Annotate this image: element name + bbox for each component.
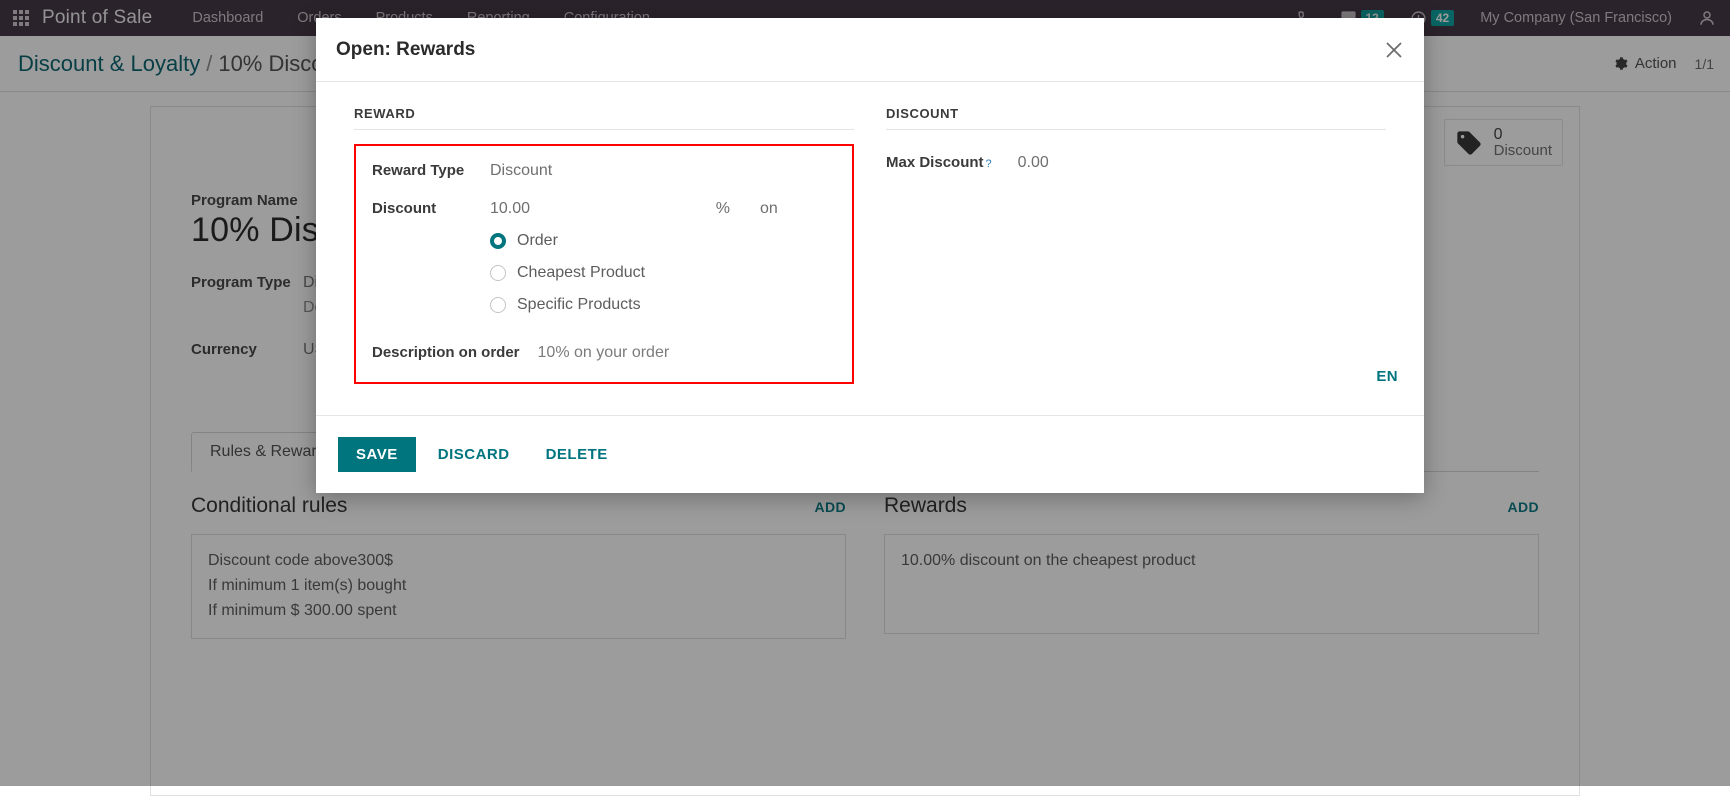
dialog-header: Open: Rewards <box>316 18 1424 82</box>
max-discount-tooltip-icon[interactable]: ? <box>986 158 992 170</box>
reward-type-label: Reward Type <box>372 162 490 179</box>
discount-input[interactable]: 10.00 <box>490 200 530 218</box>
reward-type-value[interactable]: Discount <box>490 162 552 180</box>
discount-label: Discount <box>372 200 490 217</box>
radio-specific-products-label: Specific Products <box>517 296 641 314</box>
radio-cheapest-product-label: Cheapest Product <box>517 264 645 282</box>
radio-option-cheapest-product[interactable]: Cheapest Product <box>490 264 836 282</box>
discount-group-title: DISCOUNT <box>886 106 1386 130</box>
dialog-footer: SAVE DISCARD DELETE <box>316 415 1424 493</box>
rewards-dialog: Open: Rewards REWARD Reward Type Discoun… <box>316 18 1424 493</box>
reward-highlight-box: Reward Type Discount Discount 10.00 % on… <box>354 144 854 384</box>
max-discount-row: Max Discount? 0.00 <box>886 154 1386 172</box>
close-icon[interactable] <box>1382 38 1406 62</box>
discount-applies-to-radiogroup: Order Cheapest Product Specific Products <box>490 232 836 314</box>
max-discount-label: Max Discount <box>886 154 984 171</box>
description-on-order-value[interactable]: 10% on your order <box>538 344 670 362</box>
reward-group-title: REWARD <box>354 106 854 130</box>
save-button[interactable]: SAVE <box>338 437 416 472</box>
description-on-order-row: Description on order 10% on your order <box>372 344 836 362</box>
radio-specific-products-icon <box>490 297 506 313</box>
max-discount-input[interactable]: 0.00 <box>1018 154 1049 172</box>
dialog-body: REWARD Reward Type Discount Discount 10.… <box>316 82 1424 415</box>
radio-option-order[interactable]: Order <box>490 232 836 250</box>
radio-order-icon <box>490 233 506 249</box>
delete-button[interactable]: DELETE <box>532 437 622 472</box>
language-button[interactable]: EN <box>1376 368 1398 385</box>
discount-group: DISCOUNT Max Discount? 0.00 <box>870 106 1402 415</box>
radio-cheapest-product-icon <box>490 265 506 281</box>
reward-type-row: Reward Type Discount <box>372 162 836 180</box>
percent-symbol: % <box>716 200 740 218</box>
dialog-title: Open: Rewards <box>336 39 475 61</box>
discard-button[interactable]: DISCARD <box>424 437 524 472</box>
radio-order-label: Order <box>517 232 558 250</box>
reward-group: REWARD Reward Type Discount Discount 10.… <box>338 106 870 415</box>
discount-row: Discount 10.00 % on <box>372 200 836 218</box>
description-on-order-label: Description on order <box>372 344 520 361</box>
on-word-label: on <box>740 200 836 218</box>
radio-option-specific-products[interactable]: Specific Products <box>490 296 836 314</box>
